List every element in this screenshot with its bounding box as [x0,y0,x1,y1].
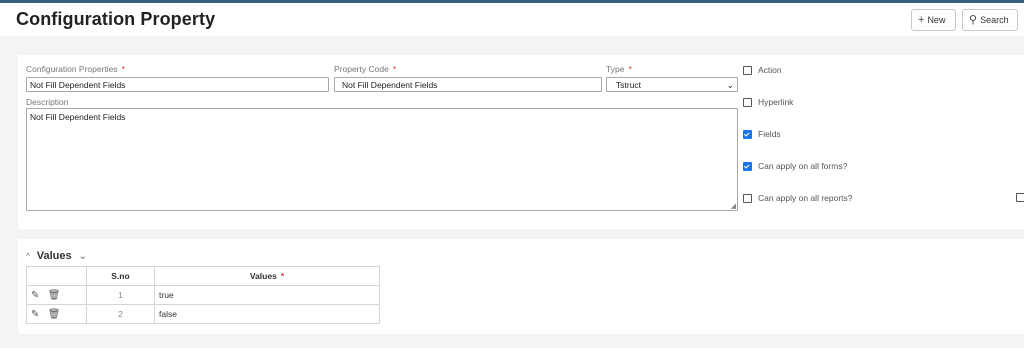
checkbox-checked-icon[interactable] [743,129,752,139]
checkbox-label: Can apply on all forms? [758,161,848,171]
checkbox-all-reports[interactable]: Can apply on all reports? [743,193,853,203]
search-button-label: Search [980,15,1009,25]
delete-icon[interactable]: 🗑 [48,309,61,320]
description-text: Not Fill Dependent Fields [30,112,126,122]
property-code-input[interactable]: Not Fill Dependent Fields [334,77,602,92]
required-marker: * [280,271,285,281]
table-row: ✎ 🗑 1 true [26,285,380,305]
checkbox-fields[interactable]: Fields [743,129,781,139]
type-label: Type * [606,64,632,74]
row-value[interactable]: false [154,304,380,324]
search-icon: ⚲ [969,13,978,26]
values-section-title: Values [36,250,72,262]
description-label: Description [26,97,69,107]
plus-icon: + [918,13,925,26]
checkbox-label: Fields [758,129,781,139]
checkbox-checked-icon[interactable] [743,161,752,171]
checkbox-hyperlink[interactable]: Hyperlink [743,97,793,107]
checkbox-action[interactable]: Action [743,65,782,75]
checkbox-label: Can apply on all reports? [758,193,853,203]
row-value[interactable]: true [154,285,380,305]
column-header-sno: S.no [86,266,155,286]
checkbox-icon[interactable] [743,97,752,107]
values-grid: S.no Values * ✎ 🗑 1 true ✎ 🗑 2 false [26,266,380,324]
actions-column-header [26,266,87,286]
row-actions: ✎ 🗑 [26,285,87,305]
resize-grip-icon[interactable]: ◢ [731,202,736,210]
checkbox-icon[interactable] [743,65,752,75]
checkbox-label: Hyperlink [758,97,794,107]
config-properties-label: Configuration Properties * [26,64,125,74]
row-actions: ✎ 🗑 [26,304,87,324]
checkbox-icon[interactable] [743,193,752,203]
table-row: ✎ 🗑 2 false [26,304,380,324]
collapse-icon[interactable]: ^ [26,252,30,261]
chevron-down-icon[interactable]: ⌄ [79,251,87,262]
search-button[interactable]: ⚲ Search [962,9,1018,31]
row-sno: 1 [86,285,155,305]
description-textarea[interactable]: Not Fill Dependent Fields ◢ [26,108,738,211]
page-header: Configuration Property + New ⚲ Search [0,3,1024,36]
property-code-label: Property Code * [334,64,397,74]
checkbox-all-forms[interactable]: Can apply on all forms? [743,161,847,171]
page-title: Configuration Property [16,9,216,29]
type-select-value: Tstruct [616,80,642,90]
required-marker: * [392,64,397,74]
new-button[interactable]: + New [911,9,956,31]
checkbox-label: Action [758,65,782,75]
row-sno: 2 [86,304,155,324]
column-header-values: Values * [154,266,380,286]
required-marker: * [121,64,125,74]
edit-icon[interactable]: ✎ [31,309,39,320]
new-button-label: New [927,15,946,25]
chevron-down-icon: ⌄ [726,80,734,90]
delete-icon[interactable]: 🗑 [48,290,61,301]
required-marker: * [628,64,632,74]
config-properties-input[interactable]: Not Fill Dependent Fields [26,77,329,92]
values-section-header[interactable]: ^ Values ⌄ [26,250,87,262]
type-select[interactable]: Tstruct ⌄ [606,77,738,92]
edit-icon[interactable]: ✎ [31,290,39,301]
checkbox-icon-clipped[interactable] [1016,193,1024,202]
